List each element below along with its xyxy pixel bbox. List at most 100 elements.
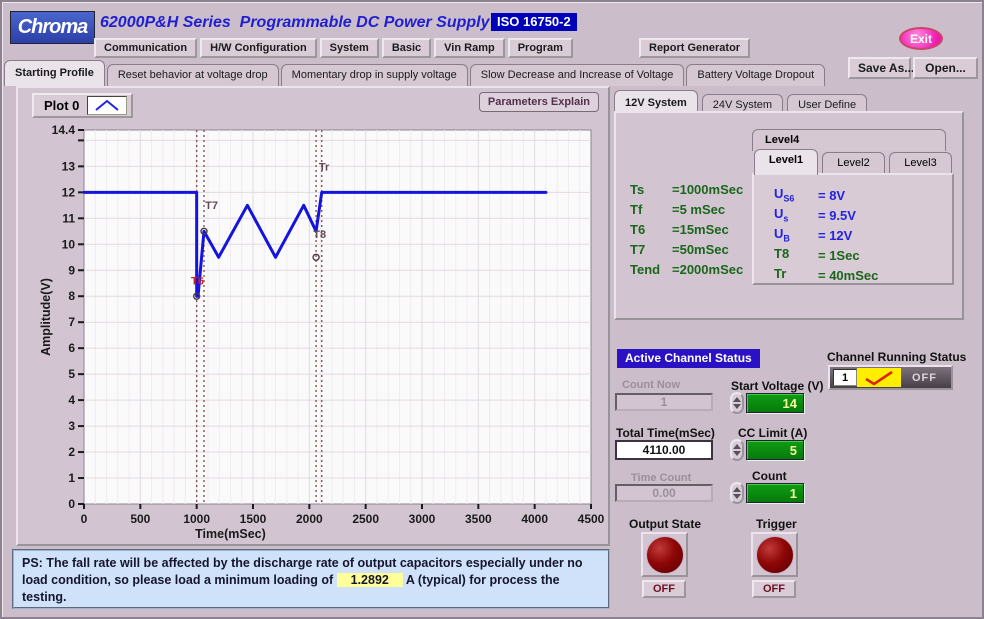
tab-level4[interactable]: Level4 — [752, 129, 946, 151]
svg-text:12: 12 — [62, 185, 76, 199]
active-channel-status-banner: Active Channel Status — [617, 349, 760, 368]
start-voltage-display[interactable]: 14 — [746, 393, 804, 413]
count-display[interactable]: 1 — [746, 483, 804, 503]
report-generator-button[interactable]: Report Generator — [639, 38, 750, 58]
menu-button[interactable]: System — [320, 38, 379, 58]
open-button[interactable]: Open... — [913, 57, 978, 79]
svg-text:8: 8 — [68, 289, 75, 303]
svg-text:Amplitude(V): Amplitude(V) — [39, 278, 53, 356]
svg-text:3500: 3500 — [465, 512, 492, 526]
running-channel-number: 1 — [833, 369, 857, 386]
svg-text:T6: T6 — [191, 276, 204, 288]
test-tab[interactable]: Battery Voltage Dropout — [686, 64, 825, 86]
level-parameter-row: Tr = 40mSec — [774, 265, 952, 285]
min-loading-value: 1.2892 — [337, 573, 403, 587]
count-now-label: Count Now — [622, 379, 680, 391]
total-time-field[interactable]: 4110.00 — [615, 440, 713, 460]
svg-text:500: 500 — [130, 512, 150, 526]
svg-text:Tr: Tr — [319, 161, 330, 173]
app-window: Chroma 62000P&H Series Programmable DC P… — [0, 0, 984, 619]
svg-text:0: 0 — [68, 497, 75, 511]
output-state-button-box — [641, 532, 688, 577]
svg-text:9: 9 — [68, 263, 75, 277]
menu-button[interactable]: Communication — [94, 38, 197, 58]
ps-note: PS: The fall rate will be affected by th… — [12, 549, 610, 609]
start-voltage-label: Start Voltage (V) — [731, 379, 823, 393]
time-count-label: Time Count — [631, 472, 691, 484]
cc-limit-label: CC Limit (A) — [738, 426, 807, 440]
svg-text:11: 11 — [62, 211, 75, 225]
parameters-explain-button[interactable]: Parameters Explain — [479, 92, 599, 112]
channel-check-toggle[interactable] — [857, 368, 901, 387]
level-parameter-row: US6 = 8V — [774, 185, 952, 205]
test-tab[interactable]: Starting Profile — [4, 60, 105, 86]
svg-text:4: 4 — [68, 393, 75, 407]
svg-text:6: 6 — [68, 341, 75, 355]
menu-bar: CommunicationH/W ConfigurationSystemBasi… — [94, 38, 573, 58]
output-state-button[interactable] — [646, 536, 684, 574]
svg-text:10: 10 — [62, 237, 76, 251]
trigger-button-box — [751, 532, 798, 577]
svg-text:1000: 1000 — [183, 512, 210, 526]
timing-parameters: Ts =1000mSec Tf =5 mSec T6 =15mSec T7 =5… — [630, 179, 743, 279]
plot-line-swatch-icon — [87, 96, 127, 115]
exit-button[interactable]: Exit — [899, 27, 943, 50]
svg-text:4500: 4500 — [578, 512, 605, 526]
timing-parameter-row: T7 =50mSec — [630, 239, 743, 259]
total-time-label: Total Time(mSec) — [616, 426, 715, 440]
test-tab[interactable]: Momentary drop in supply voltage — [281, 64, 468, 86]
level-parameter-row: T8 = 1Sec — [774, 245, 952, 265]
menu-button[interactable]: Basic — [382, 38, 431, 58]
svg-text:4000: 4000 — [521, 512, 548, 526]
timing-parameter-row: Ts =1000mSec — [630, 179, 743, 199]
menu-button[interactable]: Vin Ramp — [434, 38, 505, 58]
count-stepper[interactable] — [730, 482, 744, 504]
app-title: 62000P&H Series Programmable DC Power Su… — [100, 14, 489, 32]
timing-parameter-row: T6 =15mSec — [630, 219, 743, 239]
tab-level1[interactable]: Level1 — [754, 149, 818, 175]
svg-text:2: 2 — [68, 445, 75, 459]
svg-text:3: 3 — [68, 419, 75, 433]
plot-legend[interactable]: Plot 0 — [32, 93, 133, 118]
channel-running-status-label: Channel Running Status — [827, 350, 966, 364]
cc-limit-stepper[interactable] — [730, 439, 744, 461]
svg-text:2000: 2000 — [296, 512, 323, 526]
svg-text:2500: 2500 — [352, 512, 379, 526]
trigger-button[interactable] — [756, 536, 794, 574]
svg-text:3000: 3000 — [409, 512, 436, 526]
svg-text:T8: T8 — [313, 229, 326, 241]
trigger-off-indicator[interactable]: OFF — [752, 580, 796, 598]
system-parameters-panel: Ts =1000mSec Tf =5 mSec T6 =15mSec T7 =5… — [614, 111, 964, 320]
chroma-logo: Chroma — [10, 11, 95, 44]
level1-parameters: US6 = 8V Us = 9.5V UB = 12V T8 = 1Sec — [752, 173, 954, 285]
menu-button[interactable]: H/W Configuration — [200, 38, 317, 58]
output-state-off-indicator[interactable]: OFF — [642, 580, 686, 598]
plot-legend-label: Plot 0 — [44, 98, 79, 113]
test-tab[interactable]: Slow Decrease and Increase of Voltage — [470, 64, 685, 86]
channel-running-status-widget[interactable]: 1 OFF — [828, 365, 953, 390]
profile-chart: 01234567891011121314.4050010001500200025… — [38, 118, 605, 544]
svg-text:0: 0 — [81, 512, 88, 526]
level-parameter-row: Us = 9.5V — [774, 205, 952, 225]
svg-text:14.4: 14.4 — [52, 123, 76, 137]
level-parameter-row: UB = 12V — [774, 225, 952, 245]
tab-level2[interactable]: Level2 — [822, 152, 885, 175]
running-state-value: OFF — [901, 372, 948, 384]
iso-standard-badge: ISO 16750-2 — [491, 13, 577, 31]
trigger-label: Trigger — [756, 517, 797, 531]
save-as-button[interactable]: Save As... — [848, 57, 911, 79]
svg-text:5: 5 — [68, 367, 75, 381]
tab-level3[interactable]: Level3 — [889, 152, 952, 175]
start-voltage-stepper[interactable] — [730, 392, 744, 414]
cc-limit-display[interactable]: 5 — [746, 440, 804, 460]
time-count-field: 0.00 — [615, 484, 713, 502]
timing-parameter-row: Tend =2000mSec — [630, 259, 743, 279]
menu-button[interactable]: Program — [508, 38, 573, 58]
svg-text:13: 13 — [62, 159, 76, 173]
plot-panel: Plot 0 Parameters Explain 0 12 3 4 5 6 7 8 9 10 11… — [16, 86, 610, 546]
test-tab[interactable]: Reset behavior at voltage drop — [107, 64, 279, 86]
count-now-field: 1 — [615, 393, 713, 411]
svg-text:Time(mSec): Time(mSec) — [195, 527, 266, 541]
svg-text:7: 7 — [68, 315, 75, 329]
svg-text:1500: 1500 — [240, 512, 267, 526]
